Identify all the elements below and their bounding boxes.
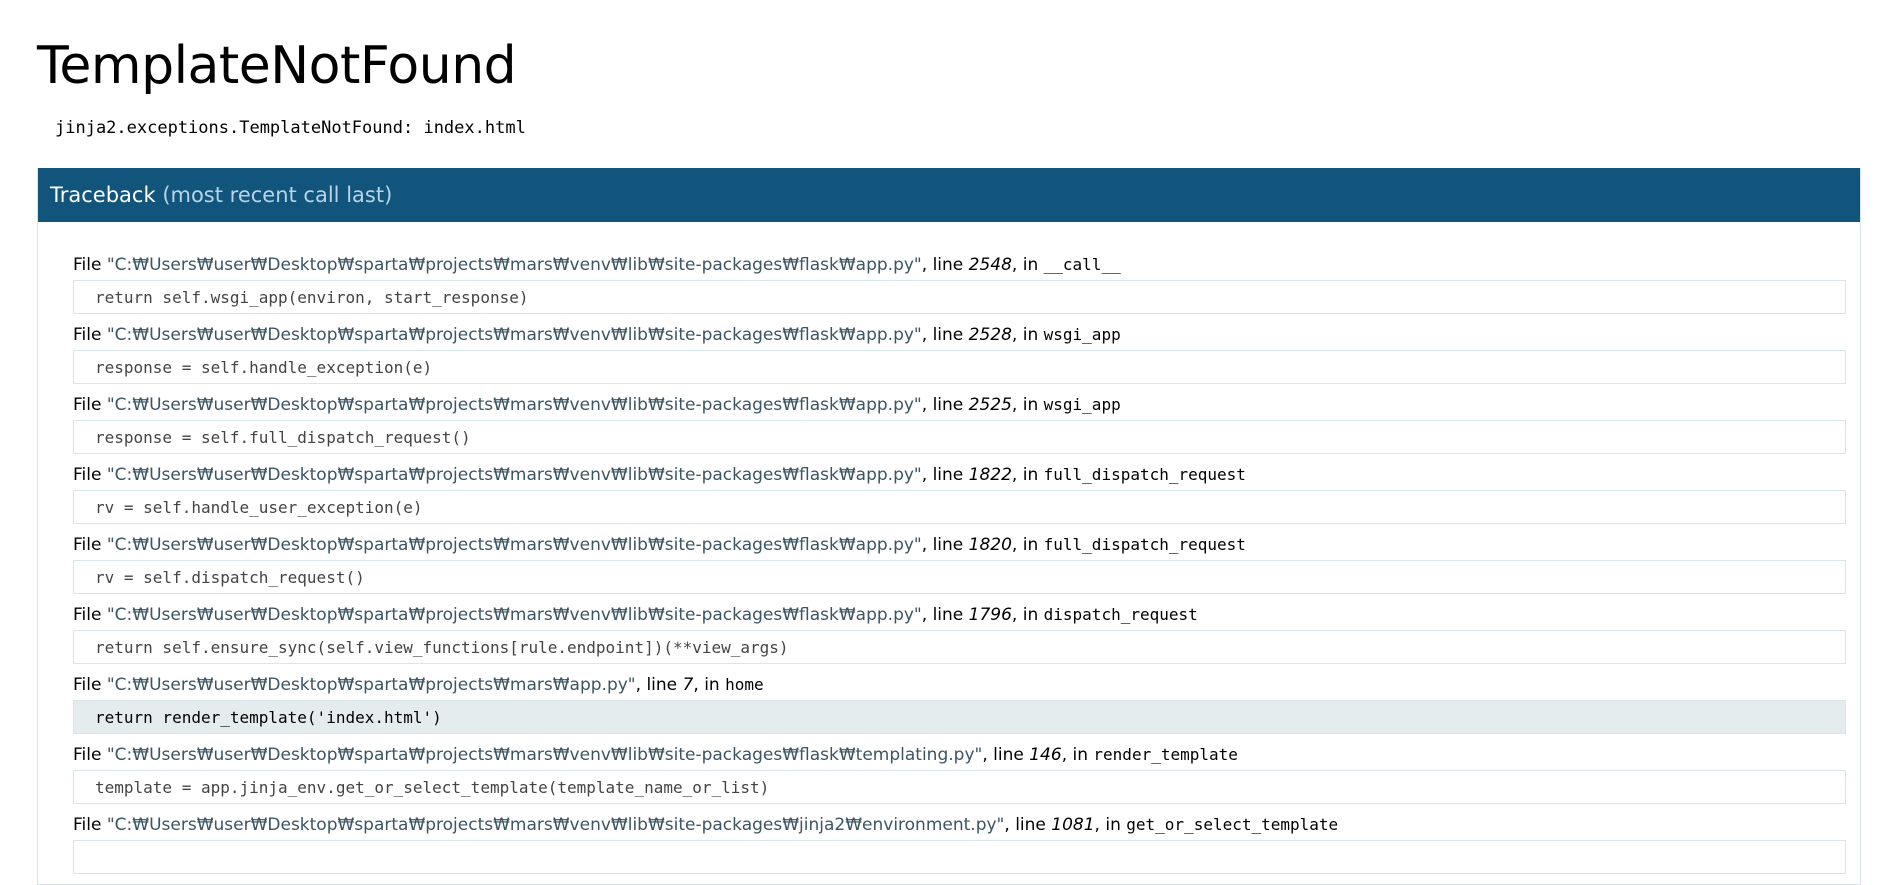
traceback-frame: File "C:₩Users₩user₩Desktop₩sparta₩proje… [73,464,1846,524]
frame-function: render_template [1093,745,1238,764]
frame-lineno: 2548 [968,255,1012,275]
line-word: line [932,255,964,275]
traceback-header: Traceback (most recent call last) [38,168,1860,222]
frame-code-line[interactable]: response = self.full_dispatch_request() [73,420,1846,454]
frame-filename: "C:₩Users₩user₩Desktop₩sparta₩projects₩m… [106,535,922,555]
frame-function: home [725,675,764,694]
in-word: in [1072,745,1089,765]
frame-code-line[interactable]: response = self.handle_exception(e) [73,350,1846,384]
frame-filename: "C:₩Users₩user₩Desktop₩sparta₩projects₩m… [106,395,922,415]
frame-filename: "C:₩Users₩user₩Desktop₩sparta₩projects₩m… [106,605,922,625]
frame-filename: "C:₩Users₩user₩Desktop₩sparta₩projects₩m… [106,255,922,275]
file-word: File [73,815,102,835]
frame-lineno: 2525 [968,395,1012,415]
file-word: File [73,675,102,695]
traceback-panel: Traceback (most recent call last) File "… [37,168,1861,885]
traceback-frame: File "C:₩Users₩user₩Desktop₩sparta₩proje… [73,744,1846,804]
frame-function: full_dispatch_request [1043,465,1246,484]
in-word: in [1022,605,1039,625]
in-word: in [1022,535,1039,555]
frame-code-line[interactable]: return self.wsgi_app(environ, start_resp… [73,280,1846,314]
frame-function: get_or_select_template [1126,815,1339,834]
file-word: File [73,605,102,625]
in-word: in [704,675,720,695]
line-word: line [646,675,678,695]
line-word: line [932,325,964,345]
line-word: line [1015,815,1046,835]
line-word: line [932,535,964,555]
in-word: in [1022,255,1039,275]
frame-function: wsgi_app [1043,395,1121,414]
frame-code-line[interactable]: template = app.jinja_env.get_or_select_t… [73,770,1846,804]
frame-lineno: 1081 [1051,815,1095,835]
file-word: File [73,535,102,555]
line-word: line [932,465,964,485]
line-word: line [932,605,964,625]
file-word: File [73,465,102,485]
file-word: File [73,325,102,345]
in-word: in [1022,325,1039,345]
in-word: in [1022,465,1039,485]
traceback-frame: File "C:₩Users₩user₩Desktop₩sparta₩proje… [73,534,1846,594]
error-title: TemplateNotFound [37,36,517,96]
frame-lineno: 1796 [968,605,1012,625]
frame-lineno: 1820 [968,535,1012,555]
frame-lineno: 146 [1029,745,1062,765]
frame-code-line-current[interactable]: return render_template('index.html') [73,700,1846,734]
traceback-header-note: (most recent call last) [162,183,393,207]
frame-filename: "C:₩Users₩user₩Desktop₩sparta₩projects₩m… [106,675,636,695]
frame-title: File "C:₩Users₩user₩Desktop₩sparta₩proje… [73,605,1198,625]
frame-function: wsgi_app [1043,325,1121,344]
frame-code-line[interactable]: rv = self.handle_user_exception(e) [73,490,1846,524]
frame-title: File "C:₩Users₩user₩Desktop₩sparta₩proje… [73,325,1121,345]
frame-lineno: 2528 [968,325,1012,345]
frame-function: full_dispatch_request [1043,535,1246,554]
frame-lineno: 1822 [968,465,1012,485]
line-word: line [932,395,964,415]
frame-title: File "C:₩Users₩user₩Desktop₩sparta₩proje… [73,395,1121,415]
debugger-page: TemplateNotFound jinja2.exceptions.Templ… [0,0,1896,885]
in-word: in [1105,815,1121,835]
traceback-frame-current: File "C:₩Users₩user₩Desktop₩sparta₩proje… [73,674,1846,734]
traceback-frame: File "C:₩Users₩user₩Desktop₩sparta₩proje… [73,814,1846,874]
frame-title: File "C:₩Users₩user₩Desktop₩sparta₩proje… [73,535,1246,555]
in-word: in [1022,395,1039,415]
traceback-frame: File "C:₩Users₩user₩Desktop₩sparta₩proje… [73,254,1846,314]
frame-code-line[interactable]: rv = self.dispatch_request() [73,560,1846,594]
file-word: File [73,745,102,765]
line-word: line [993,745,1024,765]
frame-lineno: 7 [682,675,694,695]
file-word: File [73,255,102,275]
file-word: File [73,395,102,415]
frame-function: __call__ [1043,255,1121,274]
traceback-header-label: Traceback [50,183,156,207]
frame-title: File "C:₩Users₩user₩Desktop₩sparta₩proje… [73,675,764,695]
frame-title: File "C:₩Users₩user₩Desktop₩sparta₩proje… [73,815,1339,835]
traceback-frames: File "C:₩Users₩user₩Desktop₩sparta₩proje… [38,222,1860,874]
frame-code-line[interactable] [73,840,1846,874]
frame-title: File "C:₩Users₩user₩Desktop₩sparta₩proje… [73,465,1246,485]
frame-filename: "C:₩Users₩user₩Desktop₩sparta₩projects₩m… [106,815,1005,835]
traceback-frame: File "C:₩Users₩user₩Desktop₩sparta₩proje… [73,394,1846,454]
frame-title: File "C:₩Users₩user₩Desktop₩sparta₩proje… [73,745,1238,765]
frame-filename: "C:₩Users₩user₩Desktop₩sparta₩projects₩m… [106,325,922,345]
frame-title: File "C:₩Users₩user₩Desktop₩sparta₩proje… [73,255,1121,275]
frame-filename: "C:₩Users₩user₩Desktop₩sparta₩projects₩m… [106,465,922,485]
frame-function: dispatch_request [1043,605,1198,624]
frame-code-line[interactable]: return self.ensure_sync(self.view_functi… [73,630,1846,664]
error-message: jinja2.exceptions.TemplateNotFound: inde… [55,118,526,138]
traceback-frame: File "C:₩Users₩user₩Desktop₩sparta₩proje… [73,604,1846,664]
frame-filename: "C:₩Users₩user₩Desktop₩sparta₩projects₩m… [106,745,983,765]
traceback-frame: File "C:₩Users₩user₩Desktop₩sparta₩proje… [73,324,1846,384]
